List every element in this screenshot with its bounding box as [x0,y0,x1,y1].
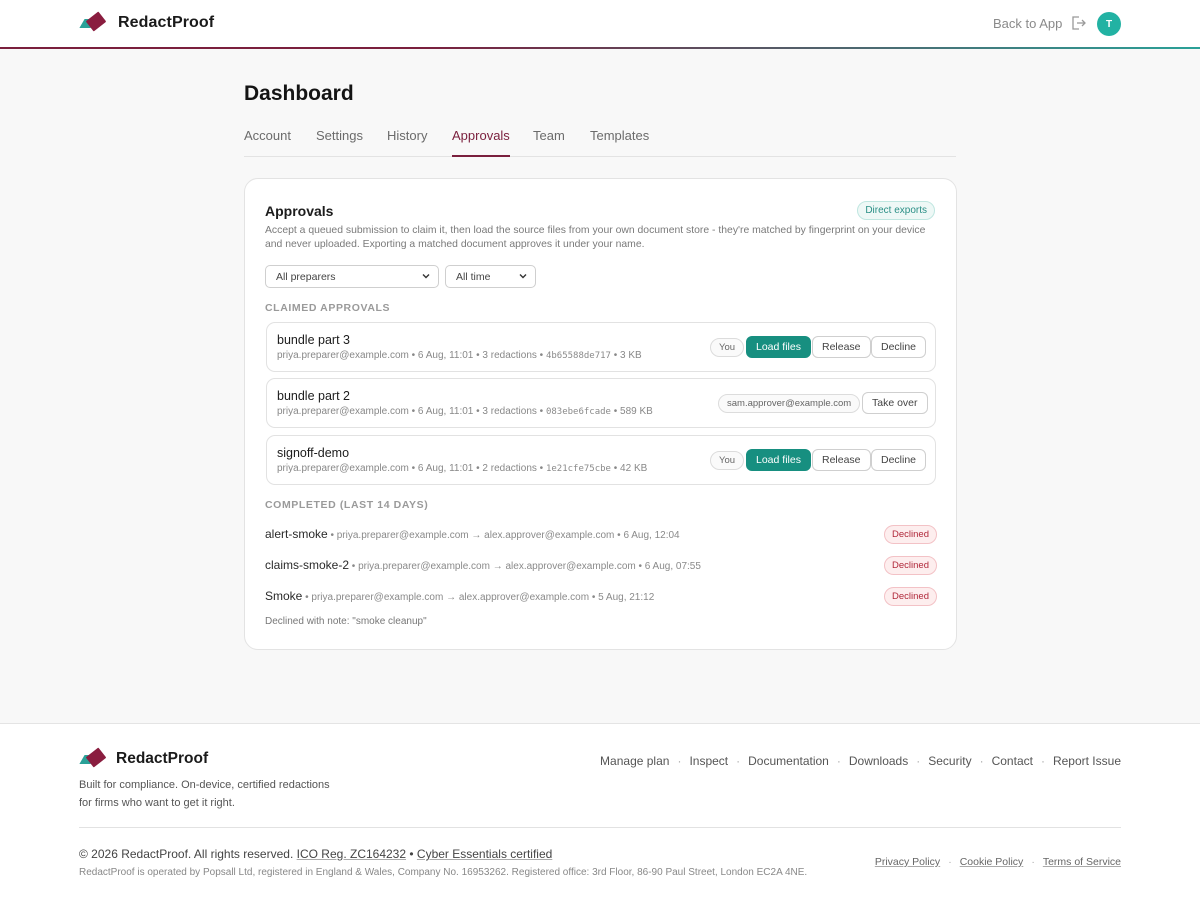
release-button[interactable]: Release [812,449,871,471]
footer-link-inspect[interactable]: Inspect [689,754,728,768]
company-registration: RedactProof is operated by Popsall Ltd, … [79,867,808,878]
completed-meta: • priya.preparer@example.com → alex.appr… [327,530,680,541]
fingerprint-hash: 083ebe6fcade [545,407,611,417]
chevron-down-icon [422,274,430,279]
declined-badge: Declined [884,587,937,606]
brand-name: RedactProof [118,14,215,31]
decline-note: Declined with note: "smoke cleanup" [265,616,427,627]
time-filter-value: All time [456,271,491,283]
completed-meta: • priya.preparer@example.com → alex.appr… [302,592,655,603]
ico-registration-link[interactable]: ICO Reg. ZC164232 [297,847,406,861]
take-over-button[interactable]: Take over [862,392,928,414]
footer-link-contact[interactable]: Contact [992,754,1033,768]
claimed-approval-row: bundle part 3 priya.preparer@example.com… [266,322,936,372]
approval-meta: priya.preparer@example.com • 6 Aug, 11:0… [277,406,653,417]
claimed-approval-row: bundle part 2 priya.preparer@example.com… [266,378,936,428]
footer-link-security[interactable]: Security [928,754,971,768]
completed-heading: COMPLETED (LAST 14 DAYS) [265,499,429,511]
brand[interactable]: RedactProof [79,11,215,33]
claimed-by-chip: sam.approver@example.com [718,394,861,413]
tab-history[interactable]: History [387,128,427,157]
logo-icon [79,747,107,769]
claimed-by-chip: You [710,451,745,470]
header-accent-line [0,47,1200,49]
tab-account[interactable]: Account [244,128,291,157]
fingerprint-hash: 1e21cfe75cbe [545,464,611,474]
page-title: Dashboard [244,82,354,105]
claimed-approval-row: signoff-demo priya.preparer@example.com … [266,435,936,485]
approval-name: bundle part 2 [277,389,350,403]
footer-brand-name: RedactProof [116,750,209,767]
declined-badge: Declined [884,556,937,575]
claimed-by-chip: You [710,338,745,357]
card-title: Approvals [265,203,334,219]
approvals-card: Approvals Direct exports Accept a queued… [244,178,957,650]
footer: RedactProof Built for compliance. On-dev… [0,723,1200,900]
approval-name: signoff-demo [277,446,350,460]
decline-button[interactable]: Decline [871,449,927,471]
preparer-filter-value: All preparers [276,271,336,283]
tab-team[interactable]: Team [533,128,565,157]
completed-row: alert-smoke • priya.preparer@example.com… [265,525,937,545]
time-filter-select[interactable]: All time [445,265,536,288]
footer-brand[interactable]: RedactProof [79,747,209,769]
declined-badge: Declined [884,525,937,544]
privacy-policy-link[interactable]: Privacy Policy [875,856,940,868]
footer-link-downloads[interactable]: Downloads [849,754,908,768]
load-files-button[interactable]: Load files [746,336,811,358]
cookie-policy-link[interactable]: Cookie Policy [960,856,1024,868]
fingerprint-hash: 4b65588de717 [545,351,611,361]
footer-links: Manage plan · Inspect · Documentation · Dow… [600,754,1121,768]
completed-meta: • priya.preparer@example.com → alex.appr… [349,561,701,572]
footer-link-documentation[interactable]: Documentation [748,754,829,768]
terms-of-service-link[interactable]: Terms of Service [1043,856,1121,868]
back-to-app-link[interactable]: Back to App [993,16,1062,31]
tab-bar: Account Settings History Approvals Team … [244,128,956,157]
direct-exports-badge: Direct exports [857,201,935,220]
tab-settings[interactable]: Settings [316,128,363,157]
card-description: Accept a queued submission to claim it, … [265,225,926,250]
chevron-down-icon [519,274,527,279]
load-files-button[interactable]: Load files [746,449,811,471]
footer-tagline: Built for compliance. On-device, certifi… [79,779,330,809]
top-bar: RedactProof Back to App T [0,0,1200,48]
claimed-approvals-heading: CLAIMED APPROVALS [265,302,391,314]
approval-name: bundle part 3 [277,333,350,347]
completed-name: alert-smoke [265,527,328,541]
logo-icon [79,11,107,33]
completed-name: Smoke [265,589,303,603]
cyber-essentials-link[interactable]: Cyber Essentials certified [417,847,552,861]
legal-links: Privacy Policy · Cookie Policy · Terms of … [874,856,1121,868]
exit-icon[interactable] [1070,15,1086,31]
tab-approvals[interactable]: Approvals [452,128,510,157]
completed-row: Smoke • priya.preparer@example.com → ale… [265,587,937,607]
decline-button[interactable]: Decline [871,336,927,358]
footer-divider [79,827,1121,828]
avatar[interactable]: T [1097,12,1121,36]
footer-link-report-issue[interactable]: Report Issue [1053,754,1121,768]
footer-link-manage-plan[interactable]: Manage plan [600,754,669,768]
completed-name: claims-smoke-2 [265,558,350,572]
approval-meta: priya.preparer@example.com • 6 Aug, 11:0… [277,463,648,474]
completed-row: claims-smoke-2 • priya.preparer@example.… [265,556,937,576]
tab-templates[interactable]: Templates [590,128,649,157]
preparer-filter-select[interactable]: All preparers [265,265,439,288]
approval-meta: priya.preparer@example.com • 6 Aug, 11:0… [277,350,642,361]
release-button[interactable]: Release [812,336,871,358]
footer-copyright: © 2026 RedactProof. All rights reserved.… [79,847,553,861]
